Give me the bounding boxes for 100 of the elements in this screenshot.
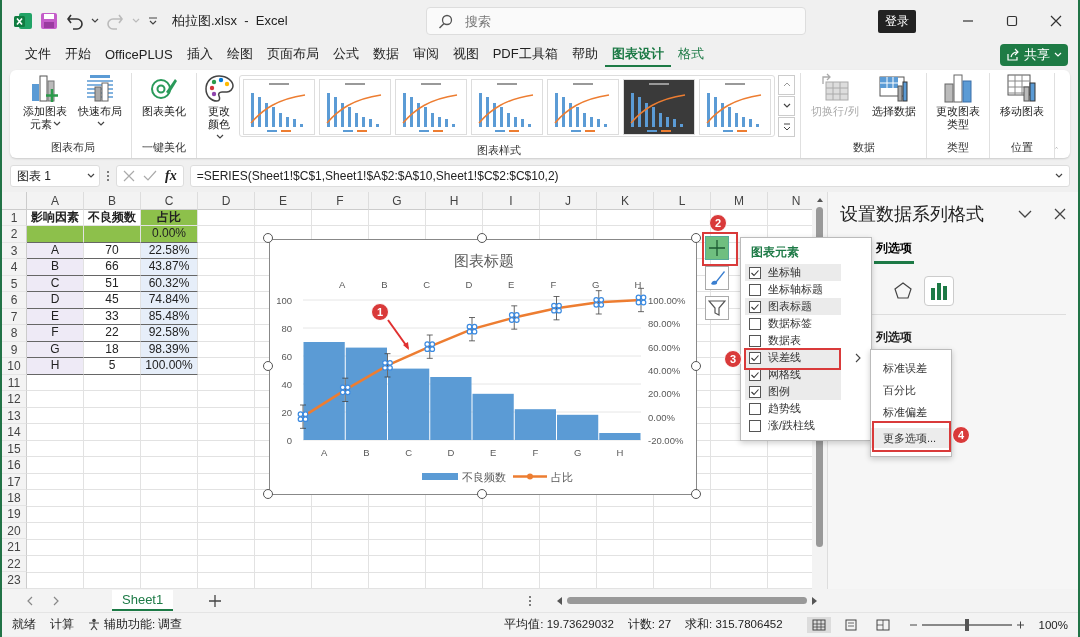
row-header[interactable]: 23 bbox=[2, 572, 27, 589]
column-header[interactable]: H bbox=[426, 192, 483, 210]
checkbox[interactable] bbox=[749, 402, 761, 415]
ribbon-tab[interactable]: 视图 bbox=[445, 43, 486, 67]
close-icon[interactable] bbox=[1054, 208, 1066, 220]
ribbon-tab[interactable]: 文件 bbox=[18, 43, 58, 67]
resize-handle[interactable] bbox=[477, 233, 487, 243]
maximize-icon[interactable] bbox=[1006, 15, 1018, 27]
caret-icon[interactable] bbox=[91, 17, 99, 25]
column-header[interactable]: D bbox=[198, 192, 255, 210]
scroll-up-icon[interactable] bbox=[815, 196, 824, 203]
chevron-icon[interactable] bbox=[1018, 209, 1032, 219]
menu-item[interactable]: 更多选项... bbox=[871, 428, 951, 448]
ribbon-button[interactable]: 添加图表元素 bbox=[19, 73, 71, 131]
ribbon-tab[interactable]: 开始 bbox=[58, 43, 98, 67]
scrollbar-thumb[interactable] bbox=[567, 597, 807, 604]
menu-item[interactable]: 数据标签 bbox=[745, 315, 841, 332]
column-header[interactable]: E bbox=[255, 192, 312, 210]
scroll-up-icon[interactable] bbox=[782, 81, 791, 89]
column-header[interactable]: L bbox=[654, 192, 711, 210]
row-header[interactable]: 2 bbox=[2, 226, 27, 243]
slider-thumb[interactable] bbox=[964, 618, 969, 631]
accessibility-icon[interactable] bbox=[88, 618, 100, 631]
undo-icon[interactable] bbox=[66, 12, 83, 30]
ribbon-tab[interactable]: 公式 bbox=[325, 43, 366, 67]
chart-filter-button[interactable] bbox=[705, 296, 729, 320]
resize-handle[interactable] bbox=[477, 489, 487, 499]
scroll-down-icon[interactable] bbox=[782, 102, 791, 110]
ribbon-tab[interactable]: 绘图 bbox=[219, 43, 260, 67]
chart-style-thumbnail[interactable] bbox=[547, 79, 619, 135]
zoom-level[interactable]: 100% bbox=[1038, 618, 1068, 631]
menu-item[interactable]: 图例 bbox=[745, 383, 841, 400]
name-box[interactable]: 图表 1 bbox=[10, 165, 100, 187]
menu-item[interactable]: 坐标轴 bbox=[745, 264, 841, 281]
ribbon-button[interactable]: 快速布局 bbox=[74, 73, 126, 131]
checkbox[interactable] bbox=[749, 317, 761, 330]
ribbon-tab[interactable]: 审阅 bbox=[405, 43, 446, 67]
row-header[interactable]: 8 bbox=[2, 325, 27, 342]
resize-handle[interactable] bbox=[263, 361, 273, 371]
checkbox[interactable] bbox=[749, 368, 761, 381]
resize-handle[interactable] bbox=[691, 489, 701, 499]
column-header[interactable]: J bbox=[540, 192, 597, 210]
resize-handle[interactable] bbox=[691, 233, 701, 243]
row-header[interactable]: 12 bbox=[2, 391, 27, 408]
status-text[interactable]: 辅助功能: 调查 bbox=[104, 617, 183, 632]
resize-handle[interactable] bbox=[691, 361, 701, 371]
menu-item[interactable]: 标准偏差 bbox=[871, 402, 951, 422]
pane-icon-button[interactable] bbox=[924, 276, 954, 306]
ribbon-button[interactable]: 选择数据 bbox=[867, 73, 921, 118]
row-header[interactable]: 6 bbox=[2, 292, 27, 309]
chart-style-thumbnail[interactable] bbox=[623, 79, 695, 135]
chart-title[interactable]: 图表标题 bbox=[454, 252, 514, 269]
checkbox[interactable] bbox=[749, 266, 761, 279]
column-header[interactable]: G bbox=[369, 192, 426, 210]
menu-item[interactable]: 标准误差 bbox=[871, 358, 951, 378]
sheet-tab[interactable]: Sheet1 bbox=[112, 590, 174, 611]
column-header[interactable]: F bbox=[312, 192, 369, 210]
menu-item[interactable]: 坐标轴标题 bbox=[745, 281, 841, 298]
search-field[interactable]: 搜索 bbox=[425, 7, 806, 35]
checkbox[interactable] bbox=[749, 283, 761, 296]
column-header[interactable]: N bbox=[768, 192, 812, 210]
ribbon-tab[interactable]: 页面布局 bbox=[259, 43, 326, 67]
menu-item[interactable]: 涨/跌柱线 bbox=[745, 417, 841, 434]
next-sheet-icon[interactable] bbox=[52, 595, 60, 606]
column-header[interactable]: A bbox=[27, 192, 84, 210]
chart-style-thumbnail[interactable] bbox=[319, 79, 391, 135]
checkbox[interactable] bbox=[749, 351, 761, 364]
menu-item[interactable]: 数据表 bbox=[745, 332, 841, 349]
ribbon-button[interactable]: 更改图表类型 bbox=[932, 73, 984, 131]
column-header[interactable]: K bbox=[597, 192, 654, 210]
more-icon[interactable] bbox=[528, 594, 532, 607]
ribbon-button[interactable]: 更改颜色 bbox=[202, 73, 236, 144]
save-icon[interactable] bbox=[40, 12, 58, 30]
menu-item[interactable]: 趋势线 bbox=[745, 400, 841, 417]
resize-handle[interactable] bbox=[263, 233, 273, 243]
add-sheet-icon[interactable] bbox=[209, 594, 222, 607]
expand-gallery-icon[interactable] bbox=[782, 123, 791, 131]
checkbox[interactable] bbox=[749, 334, 761, 347]
scroll-left-icon[interactable] bbox=[556, 595, 563, 606]
checkbox[interactable] bbox=[749, 300, 761, 313]
scroll-right-icon[interactable] bbox=[811, 595, 818, 606]
chart-style-thumbnail[interactable] bbox=[243, 79, 315, 135]
menu-item[interactable]: 百分比 bbox=[871, 380, 951, 400]
ribbon-tab[interactable]: 插入 bbox=[179, 43, 220, 67]
previous-sheet-icon[interactable] bbox=[26, 595, 34, 606]
column-header[interactable]: B bbox=[84, 192, 141, 210]
chevron-right-icon[interactable] bbox=[855, 352, 861, 363]
ribbon-tab[interactable]: 格式 bbox=[670, 43, 711, 67]
ribbon-tab[interactable]: PDF工具箱 bbox=[485, 43, 565, 67]
close-icon[interactable] bbox=[1050, 15, 1062, 27]
ribbon-tab[interactable]: 图表设计 bbox=[604, 43, 671, 67]
column-header[interactable]: I bbox=[483, 192, 540, 210]
ribbon-tab[interactable]: OfficePLUS bbox=[98, 44, 180, 66]
chart-style-button[interactable] bbox=[705, 266, 729, 290]
formula-field[interactable]: =SERIES(Sheet1!$C$1,Sheet1!$A$2:$A$10,Sheet1!$C$2:$C$10,2) bbox=[189, 165, 1070, 187]
share-button[interactable]: 共享 bbox=[1000, 44, 1068, 66]
row-header[interactable]: 16 bbox=[2, 457, 27, 474]
row-header[interactable]: 21 bbox=[2, 539, 27, 556]
resize-handle[interactable] bbox=[263, 489, 273, 499]
row-header[interactable]: 19 bbox=[2, 506, 27, 523]
